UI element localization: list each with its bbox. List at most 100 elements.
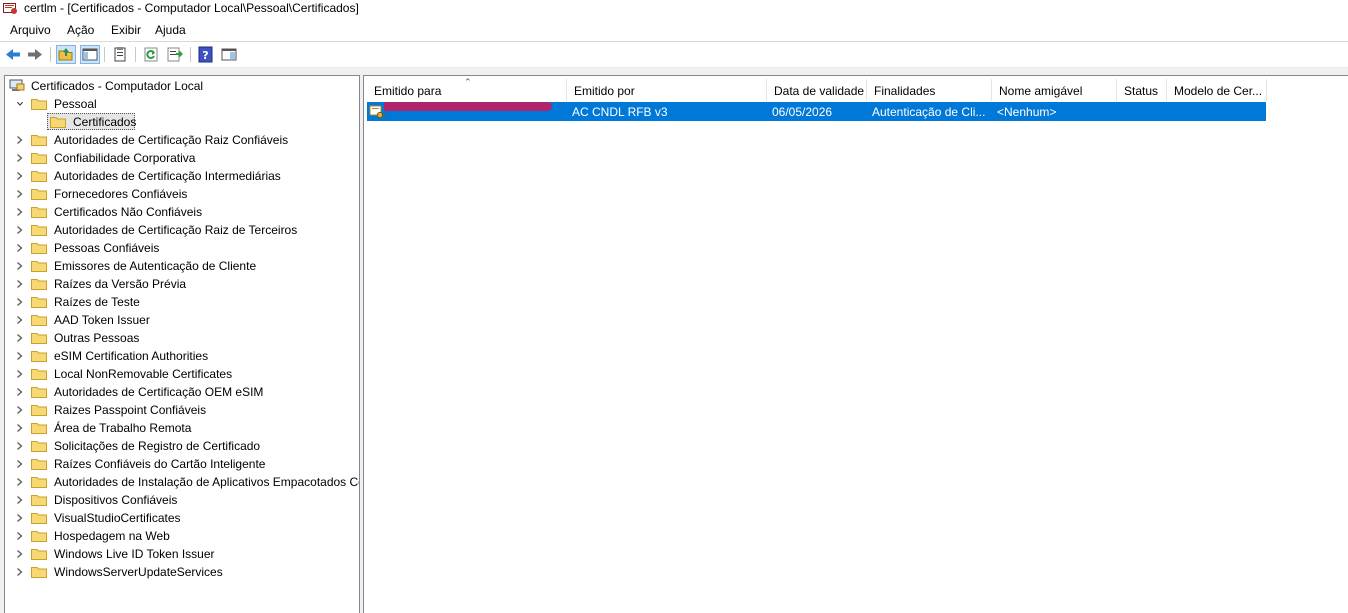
menu-bar: Arquivo Ação Exibir Ajuda xyxy=(0,19,1348,41)
tree-item[interactable]: AAD Token Issuer xyxy=(9,311,359,329)
computer-cert-icon xyxy=(9,79,25,91)
tree-item-label: Certificados xyxy=(73,115,137,129)
tree-item[interactable]: Autoridades de Certificação Raiz Confiáv… xyxy=(9,131,359,149)
back-arrow-icon[interactable] xyxy=(3,45,23,64)
tree-item[interactable]: Autoridades de Certificação Intermediári… xyxy=(9,167,359,185)
folder-icon xyxy=(31,495,47,506)
forward-arrow-icon[interactable] xyxy=(25,45,45,64)
chevron-right-icon[interactable] xyxy=(17,190,23,198)
chevron-right-icon[interactable] xyxy=(17,514,23,522)
tree-item[interactable]: Área de Trabalho Remota xyxy=(9,419,359,437)
tree-item-certificados[interactable]: Certificados xyxy=(9,113,349,131)
tree-item[interactable]: Local NonRemovable Certificates xyxy=(9,365,359,383)
chevron-right-icon[interactable] xyxy=(17,226,23,234)
chevron-right-icon[interactable] xyxy=(17,568,23,576)
tree-item[interactable]: Pessoas Confiáveis xyxy=(9,239,359,257)
tree-item[interactable]: VisualStudioCertificates xyxy=(9,509,359,527)
folder-icon xyxy=(31,297,47,308)
tree-item-label: Autoridades de Certificação OEM eSIM xyxy=(54,385,264,399)
chevron-right-icon[interactable] xyxy=(17,136,23,144)
chevron-right-icon[interactable] xyxy=(17,406,23,414)
folder-icon xyxy=(31,441,47,452)
folder-icon xyxy=(31,567,47,578)
column-header-status[interactable]: Status xyxy=(1117,79,1167,101)
chevron-right-icon[interactable] xyxy=(17,172,23,180)
column-header-data-validade[interactable]: Data de validade xyxy=(767,79,867,101)
folder-icon xyxy=(31,369,47,380)
view-icon[interactable] xyxy=(219,45,239,64)
certificate-list[interactable]: Emitido para ⌃ Emitido por Data de valid… xyxy=(363,75,1348,613)
tree-item-label: Local NonRemovable Certificates xyxy=(54,367,233,381)
folder-icon xyxy=(31,135,47,146)
tree-item[interactable]: Outras Pessoas xyxy=(9,329,359,347)
chevron-right-icon[interactable] xyxy=(17,550,23,558)
chevron-right-icon[interactable] xyxy=(17,154,23,162)
menu-ajuda[interactable]: Ajuda xyxy=(155,23,186,37)
tree-item[interactable]: Fornecedores Confiáveis xyxy=(9,185,359,203)
folder-icon xyxy=(31,333,47,344)
chevron-right-icon[interactable] xyxy=(17,478,23,486)
tree-item[interactable]: Windows Live ID Token Issuer xyxy=(9,545,359,563)
tree-item[interactable]: Certificados Não Confiáveis xyxy=(9,203,359,221)
tree-item-label: Confiabilidade Corporativa xyxy=(54,151,196,165)
tree-item[interactable]: Dispositivos Confiáveis xyxy=(9,491,359,509)
tree-item-label: VisualStudioCertificates xyxy=(54,511,181,525)
tree-item[interactable]: Raizes Passpoint Confiáveis xyxy=(9,401,359,419)
tree-item[interactable]: Emissores de Autenticação de Cliente xyxy=(9,257,359,275)
chevron-right-icon[interactable] xyxy=(17,280,23,288)
chevron-right-icon[interactable] xyxy=(17,244,23,252)
cell-friendly-name: <Nenhum> xyxy=(997,105,1057,119)
chevron-right-icon[interactable] xyxy=(17,316,23,324)
table-row[interactable]: AC CNDL RFB v3 06/05/2026 Autenticação d… xyxy=(367,102,1266,121)
tree-item-pessoal[interactable]: Pessoal xyxy=(9,95,349,113)
tree-item-label: Pessoal xyxy=(54,97,97,111)
chevron-down-icon[interactable] xyxy=(17,101,23,107)
menu-exibir[interactable]: Exibir xyxy=(111,23,141,37)
column-header-emitido-para[interactable]: Emitido para ⌃ xyxy=(367,77,567,101)
tree-item[interactable]: Solicitações de Registro de Certificado xyxy=(9,437,359,455)
tree-item[interactable]: Autoridades de Instalação de Aplicativos… xyxy=(9,473,359,491)
properties-icon[interactable] xyxy=(110,45,130,64)
toolbar: ? xyxy=(0,42,1348,67)
folder-icon xyxy=(31,153,47,164)
tree-item[interactable]: Raízes da Versão Prévia xyxy=(9,275,359,293)
chevron-right-icon[interactable] xyxy=(17,442,23,450)
column-header-finalidades[interactable]: Finalidades xyxy=(867,79,992,101)
chevron-right-icon[interactable] xyxy=(17,334,23,342)
tree-item-label: Área de Trabalho Remota xyxy=(54,421,192,435)
toolbar-separator xyxy=(190,47,191,62)
tree-item[interactable]: Hospedagem na Web xyxy=(9,527,359,545)
chevron-right-icon[interactable] xyxy=(17,532,23,540)
up-folder-icon[interactable] xyxy=(56,45,76,64)
refresh-icon[interactable] xyxy=(141,45,161,64)
chevron-right-icon[interactable] xyxy=(17,388,23,396)
export-list-icon[interactable] xyxy=(165,45,185,64)
chevron-right-icon[interactable] xyxy=(17,370,23,378)
menu-acao[interactable]: Ação xyxy=(67,23,94,37)
chevron-right-icon[interactable] xyxy=(17,424,23,432)
tree-item[interactable]: eSIM Certification Authorities xyxy=(9,347,359,365)
chevron-right-icon[interactable] xyxy=(17,496,23,504)
tree-root[interactable]: Certificados - Computador Local xyxy=(9,77,349,95)
chevron-right-icon[interactable] xyxy=(17,208,23,216)
tree-item[interactable]: Raízes Confiáveis do Cartão Inteligente xyxy=(9,455,359,473)
tree-item-label: Autoridades de Certificação Intermediári… xyxy=(54,169,281,183)
tree-item[interactable]: Autoridades de Certificação OEM eSIM xyxy=(9,383,359,401)
show-hide-tree-icon[interactable] xyxy=(80,45,100,64)
tree-item[interactable]: Raízes de Teste xyxy=(9,293,359,311)
column-header-emitido-por[interactable]: Emitido por xyxy=(567,79,767,101)
chevron-right-icon[interactable] xyxy=(17,460,23,468)
column-header-nome-amigavel[interactable]: Nome amigável xyxy=(992,79,1117,101)
menu-arquivo[interactable]: Arquivo xyxy=(10,23,51,37)
console-tree[interactable]: Certificados - Computador Local Pessoal … xyxy=(4,75,360,613)
chevron-right-icon[interactable] xyxy=(17,262,23,270)
tree-item-label: Raízes Confiáveis do Cartão Inteligente xyxy=(54,457,266,471)
folder-icon xyxy=(31,207,47,218)
tree-item[interactable]: Confiabilidade Corporativa xyxy=(9,149,359,167)
tree-item[interactable]: WindowsServerUpdateServices xyxy=(9,563,359,581)
chevron-right-icon[interactable] xyxy=(17,352,23,360)
chevron-right-icon[interactable] xyxy=(17,298,23,306)
column-header-modelo[interactable]: Modelo de Cer... xyxy=(1167,79,1267,101)
tree-item[interactable]: Autoridades de Certificação Raiz de Terc… xyxy=(9,221,359,239)
help-icon[interactable]: ? xyxy=(196,45,216,64)
